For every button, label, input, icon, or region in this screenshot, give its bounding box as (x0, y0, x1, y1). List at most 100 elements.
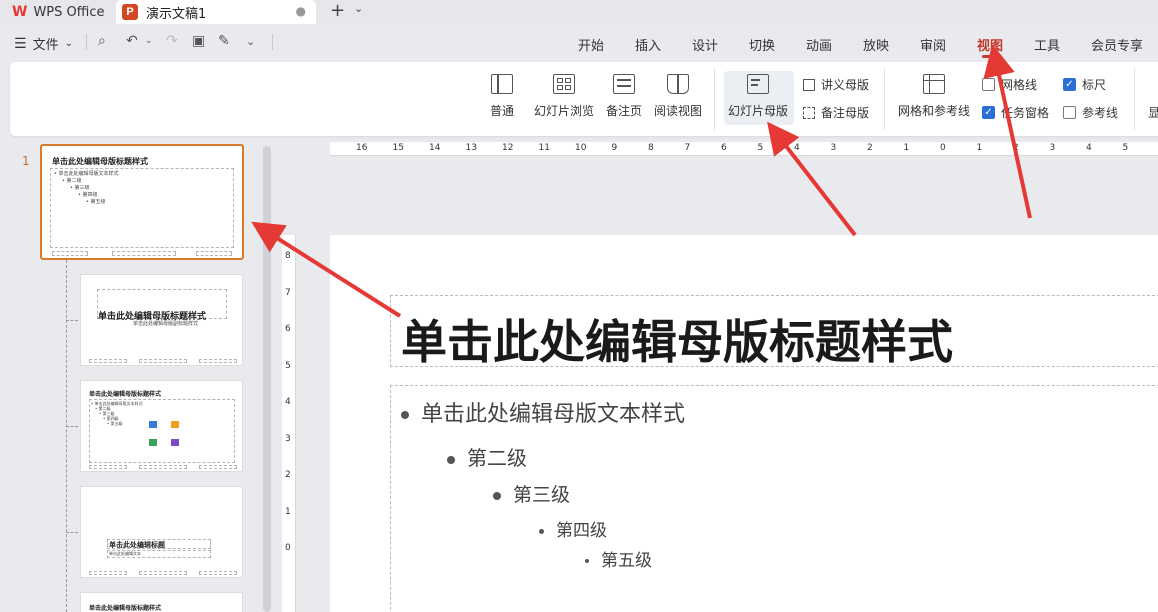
normal-view-button[interactable]: 普通 (490, 74, 514, 119)
ruler-label: 标尺 (1082, 78, 1107, 92)
ruler-tick-label: 4 (285, 397, 291, 407)
thumb-body-l2: • 第二级 (62, 178, 82, 184)
ruler-tick-label: 1 (285, 506, 291, 517)
ruler-tick-label: 2 (285, 470, 291, 480)
ruler-tick-label: 3 (830, 143, 837, 153)
gridlines-check[interactable] (982, 78, 995, 91)
tree-connector (66, 532, 78, 533)
thumb-body-l5: • 第五级 (107, 421, 123, 426)
ruler-tick-label: 6 (285, 324, 291, 334)
gridlines-checkbox[interactable]: 网格线 (982, 76, 1037, 93)
thumb-footer-number (199, 571, 237, 575)
thumb-body-l4: • 第四级 (78, 192, 98, 198)
new-tab-dropdown-icon[interactable]: ⌄ (354, 2, 363, 15)
reading-view-button[interactable]: 阅读视图 (654, 74, 702, 119)
level-1-text: 单击此处编辑母版文本样式 (401, 396, 685, 428)
customize-dropdown-icon[interactable]: ⌄ (246, 35, 255, 48)
tab-animation[interactable]: 动画 (806, 35, 832, 54)
tree-connector (66, 260, 67, 612)
slide-number: 1 (22, 154, 30, 168)
ruler-tick-label: 14 (429, 143, 441, 153)
undo-dropdown-icon[interactable]: ⌄ (145, 36, 153, 46)
file-menu[interactable]: ☰ 文件 ⌄ (14, 34, 73, 54)
ruler-tick-label: 3 (285, 433, 291, 444)
notes-page-button[interactable]: 备注页 (606, 74, 642, 119)
level-3-text: 第三级 (493, 480, 570, 507)
unsaved-dot-icon[interactable]: ● (296, 4, 306, 18)
level-3-label: 第三级 (513, 484, 571, 506)
normal-view-icon (491, 74, 513, 94)
thumb-footer-number (199, 465, 237, 469)
window-tab-bar: W WPS Office P 演示文稿1 ● + ⌄ (0, 0, 1158, 24)
bullet-icon (493, 491, 501, 500)
notes-page-label: 备注页 (606, 104, 643, 118)
ruler-check[interactable]: ✓ (1063, 78, 1076, 91)
thumb-body-l3: • 第三级 (70, 185, 90, 191)
format-painter-icon[interactable]: ✎ (218, 33, 230, 49)
ruler-tick-label: 3 (1049, 143, 1056, 153)
ruler-tick-label: 7 (684, 143, 691, 153)
level-2-text: 第二级 (447, 442, 527, 471)
layout-thumbnail-title[interactable]: 单击此处编辑母版标题样式 单击此处编辑母版副标题样式 (80, 274, 243, 366)
slide-canvas[interactable]: 单击此处编辑母版标题样式 单击此处编辑母版文本样式 第二级 第三级 第四级 第五… (330, 235, 1158, 612)
level-5-label: 第五级 (601, 551, 652, 571)
tab-design[interactable]: 设计 (692, 35, 718, 54)
body-placeholder[interactable]: 单击此处编辑母版文本样式 第二级 第三级 第四级 第五级 (390, 385, 1158, 612)
print-preview-icon[interactable]: ⌕ (98, 33, 106, 49)
tab-home[interactable]: 开始 (578, 35, 604, 54)
master-thumbnail[interactable]: 单击此处编辑母版标题样式 • 单击此处编辑母版文本样式 • 第二级 • 第三级 … (40, 144, 244, 260)
tab-tools[interactable]: 工具 (1034, 35, 1060, 54)
chart-icon (171, 421, 179, 428)
ribbon-divider (884, 68, 885, 130)
thumb-footer (139, 571, 187, 575)
task-pane-checkbox[interactable]: ✓ 任务窗格 (982, 104, 1049, 121)
task-pane-check[interactable]: ✓ (982, 106, 995, 119)
level-5-text: 第五级 (585, 546, 652, 571)
tab-slideshow[interactable]: 放映 (863, 35, 889, 54)
active-tab-indicator (982, 55, 1002, 58)
handout-master-label: 讲义母版 (821, 78, 870, 92)
handout-master-button[interactable]: 讲义母版 (803, 76, 869, 93)
slide-title: 单击此处编辑母版标题样式 (401, 315, 953, 369)
handout-master-icon (803, 78, 815, 91)
level-1-label: 单击此处编辑母版文本样式 (421, 402, 686, 427)
save-icon[interactable]: ▣ (192, 33, 205, 49)
thumb-footer-number (196, 251, 232, 256)
tab-membership[interactable]: 会员专享 (1091, 35, 1143, 54)
undo-icon[interactable]: ↶ (126, 33, 138, 49)
ruler-tick-label: 15 (392, 143, 404, 153)
slide-master-button[interactable]: 幻灯片母版 (728, 74, 788, 119)
slide-sorter-button[interactable]: 幻灯片浏览 (534, 74, 594, 119)
thumb-layout3-title: 单击此处编辑标题 (109, 541, 165, 549)
grid-and-guides-button[interactable]: 网格和参考线 (898, 74, 970, 119)
tab-document[interactable]: P 演示文稿1 ● (116, 0, 316, 24)
notes-master-button[interactable]: 备注母版 (803, 104, 869, 121)
new-tab-button[interactable]: + (330, 0, 345, 22)
display-button[interactable]: 显 (1148, 104, 1158, 121)
tab-view[interactable]: 视图 (977, 35, 1003, 54)
thumb-footer-date (89, 571, 127, 575)
tab-review[interactable]: 审阅 (920, 35, 946, 54)
ruler-checkbox[interactable]: ✓ 标尺 (1063, 76, 1106, 93)
ruler-tick-label: 11 (538, 143, 550, 153)
layout-thumbnail-section[interactable]: 单击此处编辑标题 单击此处编辑文本 (80, 486, 243, 578)
reading-view-label: 阅读视图 (654, 104, 703, 118)
level-4-text: 第四级 (539, 516, 607, 541)
guides-check[interactable] (1063, 106, 1076, 119)
title-placeholder[interactable]: 单击此处编辑母版标题样式 (390, 295, 1158, 369)
layout-thumbnail-partial[interactable]: 单击此处编辑母版标题样式 (80, 592, 243, 612)
tab-insert[interactable]: 插入 (635, 35, 661, 54)
tab-transitions[interactable]: 切换 (749, 35, 775, 54)
tree-connector (66, 320, 78, 321)
tab-wps-office[interactable]: W WPS Office (0, 0, 112, 24)
redo-icon[interactable]: ↷ (166, 33, 178, 49)
ruler-tick-label: 4 (794, 143, 800, 153)
ruler-tick-label: 2 (1013, 143, 1019, 153)
thumb-layout4-title: 单击此处编辑母版标题样式 (89, 605, 162, 612)
layout-thumbnail-content[interactable]: 单击此处编辑母版标题样式 • 单击此处编辑母版文本样式 • 第二级 • 第三级 … (80, 380, 243, 472)
horizontal-ruler: 16 15 14 13 12 11 10 9 8 7 6 5 4 3 2 1 0 1 2 3 4 5 (330, 142, 1158, 156)
thumbnail-scrollbar[interactable] (263, 146, 271, 612)
ruler-tick-label: 13 (465, 143, 477, 153)
thumb-layout3-body: 单击此处编辑文本 (109, 551, 141, 556)
guides-checkbox[interactable]: 参考线 (1063, 104, 1118, 121)
